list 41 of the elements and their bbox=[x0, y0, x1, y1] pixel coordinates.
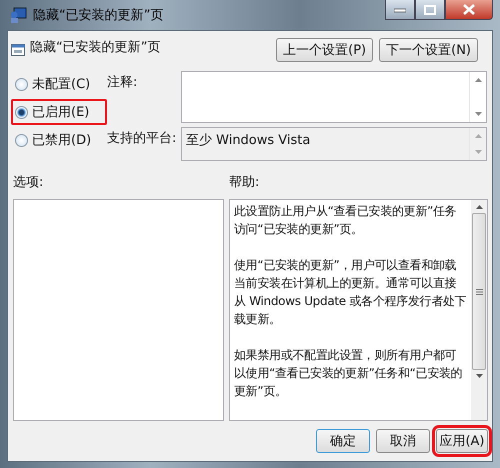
maximize-icon bbox=[424, 4, 436, 14]
help-label: 帮助: bbox=[229, 174, 260, 191]
radio-option[interactable]: 已启用(E) bbox=[11, 99, 107, 125]
maximize-button[interactable] bbox=[415, 0, 445, 20]
help-paragraph: 使用“已安装的更新”，用户可以查看和卸载当前安装在计算机上的更新。通常可以直接从 Windows Update 或各个程序发行者处下载更新。 bbox=[234, 257, 467, 328]
radio-button[interactable] bbox=[15, 78, 28, 90]
window-title: 隐藏“已安装的更新”页 bbox=[33, 7, 164, 24]
help-paragraph: 如果禁用或不配置此设置，则所有用户都可以使用“查看已安装的更新”任务和“已安装的更新”页。 bbox=[234, 347, 464, 400]
minimize-button[interactable] bbox=[385, 0, 415, 20]
setting-title: 隐藏“已安装的更新”页 bbox=[30, 39, 160, 56]
nav-button[interactable]: 上一个设置(P) bbox=[276, 38, 374, 62]
help-paragraph: 此设置防止用户从“查看已安装的更新”任务访问“已安装的更新”页。 bbox=[234, 203, 458, 238]
close-icon bbox=[462, 4, 476, 15]
dialog-button[interactable]: 确定 bbox=[316, 429, 370, 453]
radio-button[interactable] bbox=[15, 134, 28, 146]
scroll-thumb[interactable] bbox=[472, 213, 486, 370]
dialog-button[interactable]: 取消 bbox=[376, 429, 430, 453]
comment-field[interactable] bbox=[181, 71, 487, 123]
computer-icon bbox=[9, 6, 27, 24]
radio-button[interactable] bbox=[15, 106, 28, 118]
scroll-down-icon bbox=[476, 374, 482, 378]
radio-label[interactable]: 已启用(E) bbox=[32, 103, 90, 121]
scroll-up-icon bbox=[474, 134, 482, 138]
close-button[interactable] bbox=[445, 0, 493, 20]
field-label: 支持的平台: bbox=[107, 130, 178, 148]
radio-label[interactable]: 已禁用(D) bbox=[32, 131, 92, 149]
scroll-up-icon bbox=[476, 205, 482, 209]
scroll-down-icon bbox=[474, 150, 482, 154]
platform-field: 至少 Windows Vista bbox=[181, 127, 487, 161]
grip-icon bbox=[476, 288, 482, 294]
options-label: 选项: bbox=[13, 174, 44, 191]
radio-label[interactable]: 未配置(C) bbox=[32, 75, 90, 93]
radio-option[interactable]: 已禁用(D) bbox=[11, 127, 107, 153]
field-label: 注释: bbox=[107, 74, 138, 92]
scrollbar[interactable] bbox=[471, 200, 487, 420]
settings-page-icon bbox=[11, 43, 25, 57]
scroll-up-icon bbox=[474, 78, 482, 82]
radio-option[interactable]: 未配置(C) bbox=[11, 71, 107, 97]
minimize-icon bbox=[394, 6, 406, 12]
scroll-down-icon bbox=[474, 112, 482, 116]
nav-button[interactable]: 下一个设置(N) bbox=[379, 38, 478, 62]
